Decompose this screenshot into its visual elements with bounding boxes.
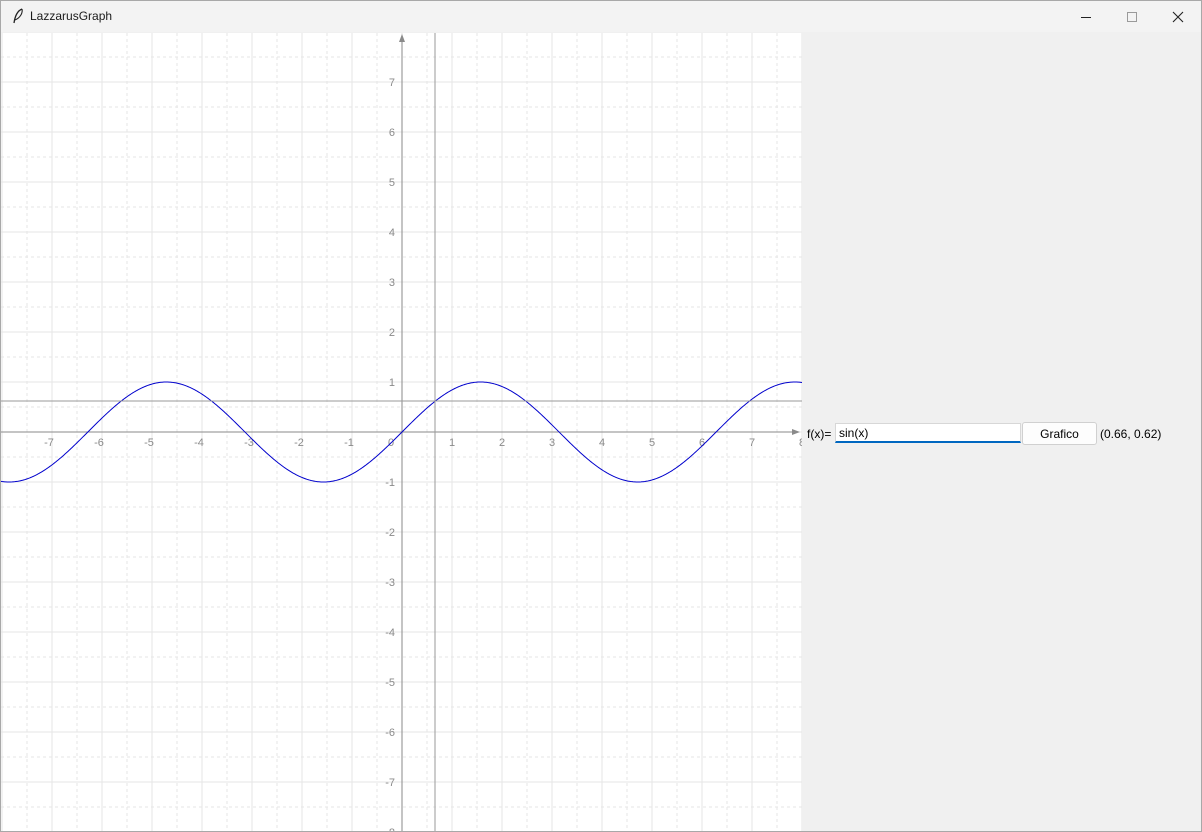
function-plot[interactable]: -7-6-5-4-3-2-10123456787654321-1-2-3-4-5… [1, 33, 802, 831]
x-tick-label: 3 [549, 437, 555, 449]
maximize-icon [1127, 11, 1137, 22]
y-tick-label: 2 [389, 327, 395, 339]
graph-canvas[interactable]: -7-6-5-4-3-2-10123456787654321-1-2-3-4-5… [1, 33, 802, 831]
x-tick-label: -2 [294, 437, 304, 449]
y-tick-label: -8 [385, 827, 395, 831]
x-tick-label: -6 [94, 437, 104, 449]
y-tick-label: -6 [385, 727, 395, 739]
y-tick-label: 1 [389, 377, 395, 389]
y-tick-label: 4 [389, 227, 395, 239]
cursor-coordinates: (0.66, 0.62) [1100, 427, 1162, 441]
minimize-button[interactable] [1063, 1, 1109, 32]
x-tick-label: 8 [799, 437, 802, 449]
plot-button[interactable]: Grafico [1022, 422, 1097, 445]
x-tick-label: 4 [599, 437, 605, 449]
feather-icon [13, 8, 23, 24]
x-tick-label: 7 [749, 437, 755, 449]
title-bar[interactable]: LazzarusGraph [1, 1, 1201, 32]
y-tick-label: 3 [389, 277, 395, 289]
y-axis-arrow [399, 34, 405, 42]
y-tick-label: 6 [389, 127, 395, 139]
x-tick-label: 5 [649, 437, 655, 449]
y-tick-label: -7 [385, 777, 395, 789]
function-input[interactable] [835, 423, 1021, 443]
y-tick-label: -5 [385, 677, 395, 689]
y-tick-label: -3 [385, 577, 395, 589]
app-window: LazzarusGraph -7-6-5-4-3-2-1012345678765… [0, 0, 1202, 832]
y-tick-label: 5 [389, 177, 395, 189]
function-label: f(x)= [807, 427, 832, 441]
x-tick-label: 2 [499, 437, 505, 449]
x-tick-label: 1 [449, 437, 455, 449]
x-tick-label: 6 [699, 437, 705, 449]
close-icon [1172, 11, 1184, 22]
maximize-button[interactable] [1109, 1, 1155, 32]
y-tick-label: -2 [385, 527, 395, 539]
x-tick-label: -7 [44, 437, 54, 449]
x-tick-label: -4 [194, 437, 204, 449]
y-tick-label: -4 [385, 627, 395, 639]
x-tick-label: -5 [144, 437, 154, 449]
y-tick-label: 7 [389, 77, 395, 89]
y-tick-label: -1 [385, 477, 395, 489]
minimize-icon [1081, 16, 1091, 18]
x-axis-arrow [792, 429, 800, 435]
close-button[interactable] [1155, 1, 1201, 32]
x-tick-label: -1 [344, 437, 354, 449]
window-title: LazzarusGraph [30, 9, 113, 23]
